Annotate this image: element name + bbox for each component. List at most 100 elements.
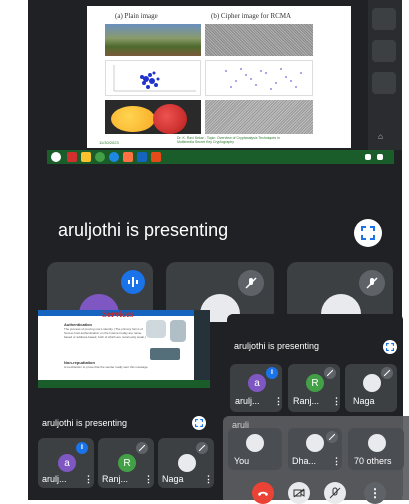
participant-name: Naga xyxy=(353,396,375,406)
presenting-label: aruljothi is presenting xyxy=(58,220,229,240)
avatar xyxy=(178,454,196,472)
participant-name: Naga xyxy=(162,474,184,484)
apple-shape xyxy=(153,104,187,134)
more-options-button[interactable]: ⋮ xyxy=(364,482,386,504)
more-options-icon[interactable]: ⋮ xyxy=(204,474,213,485)
overlay-tile-others[interactable]: 70 others xyxy=(348,428,404,470)
slide-header-left: (a) Plain image xyxy=(115,12,158,20)
avatar: a xyxy=(248,374,266,392)
overlay-tile-dha[interactable]: Dha... ⋮ xyxy=(288,428,342,470)
tray-icon xyxy=(365,154,371,160)
slide-footer: Dr. K. Ravi Sekar - Topic: Overview of C… xyxy=(177,136,280,144)
participant-tile-left-1[interactable]: ⦀ a arulj... ⋮ xyxy=(38,438,94,488)
cipher-image-1 xyxy=(205,24,313,56)
slide-footer-date: 11/30/2023 xyxy=(99,140,119,145)
fullscreen-icon xyxy=(386,343,394,351)
participant-tile-left-3[interactable]: Naga ⋮ xyxy=(158,438,214,488)
speaking-indicator: ⦀ xyxy=(76,442,88,454)
participant-name: arulj... xyxy=(42,474,67,484)
more-options-icon[interactable]: ⋮ xyxy=(332,396,340,407)
mic-off-icon xyxy=(136,442,148,454)
presenting-label-left: aruljothi is presenting xyxy=(42,418,128,428)
fullscreen-button-left[interactable] xyxy=(192,416,206,430)
mic-off-icon xyxy=(326,431,338,443)
chrome-icon[interactable] xyxy=(95,152,105,162)
avatar: R xyxy=(306,374,324,392)
plain-image-landscape xyxy=(105,24,201,56)
more-vert-icon: ⋮ xyxy=(369,486,381,500)
more-options-icon[interactable]: ⋮ xyxy=(332,456,341,467)
small-slide-side-strip xyxy=(194,310,210,388)
small-shared-slide: Services Authentication The process of p… xyxy=(38,310,210,388)
media-icon[interactable] xyxy=(123,152,133,162)
fullscreen-icon xyxy=(361,226,375,240)
camera-toggle-button[interactable] xyxy=(288,482,310,504)
rail-thumb[interactable] xyxy=(372,72,396,94)
robot-illustration xyxy=(170,320,186,342)
phone-hangup-icon xyxy=(258,491,268,496)
overlay-tile-you[interactable]: You xyxy=(228,428,282,470)
more-options-icon[interactable]: ⋮ xyxy=(84,474,93,485)
rail-icon: ⌂ xyxy=(378,132,383,141)
mic-off-icon xyxy=(329,487,341,499)
fullscreen-button-right[interactable] xyxy=(383,340,397,354)
participant-tile-right-3[interactable]: Naga xyxy=(345,364,397,412)
speaking-indicator xyxy=(121,270,145,294)
mic-off-icon xyxy=(238,270,264,296)
participant-name: Ranj... xyxy=(102,474,129,484)
mango-shape xyxy=(111,106,155,132)
participant-tile-3[interactable] xyxy=(287,262,393,322)
participant-name: 70 others xyxy=(354,456,392,466)
small-slide-title: Services xyxy=(102,310,134,319)
fullscreen-button[interactable] xyxy=(354,219,382,247)
more-options-icon[interactable]: ⋮ xyxy=(144,474,153,485)
small-slide-section2-text: A mechanism to prove that the sender rea… xyxy=(64,365,149,369)
speaking-indicator: ⦀ xyxy=(266,367,278,379)
handshake-illustration xyxy=(146,320,166,338)
avatar xyxy=(363,374,381,392)
word-icon[interactable] xyxy=(137,152,147,162)
presenting-label-right: aruljothi is presenting xyxy=(234,341,320,351)
camera-off-icon xyxy=(293,488,305,498)
participant-name: Dha... xyxy=(292,456,317,466)
mic-off-icon xyxy=(359,270,385,296)
tray-icon xyxy=(377,154,383,160)
mic-off-icon xyxy=(381,367,393,379)
mic-toggle-button[interactable] xyxy=(324,482,346,504)
start-icon[interactable] xyxy=(51,152,61,162)
cipher-image-2 xyxy=(205,100,313,134)
gun-illustration xyxy=(150,348,180,360)
participant-tile-right-2[interactable]: R Ranj... ⋮ xyxy=(288,364,340,412)
more-options-icon[interactable]: ⋮ xyxy=(274,396,282,407)
participant-name: Ranj... xyxy=(293,396,320,406)
small-slide-section1-text: The process of proving one's identity. (… xyxy=(64,327,146,339)
avatar xyxy=(306,434,324,452)
right-rail: ⌂ xyxy=(368,0,402,150)
fullscreen-icon xyxy=(195,419,203,427)
mic-off-icon xyxy=(324,367,336,379)
plain-image-histogram xyxy=(105,60,201,96)
avatar: R xyxy=(118,454,136,472)
avatar xyxy=(368,434,386,452)
folder-icon[interactable] xyxy=(81,152,91,162)
participant-tile-left-2[interactable]: R Ranj... ⋮ xyxy=(98,438,154,488)
participant-name: arulj... xyxy=(235,396,260,406)
participant-name: You xyxy=(234,456,250,466)
pdf-icon[interactable] xyxy=(67,152,77,162)
rail-thumb[interactable] xyxy=(372,8,396,30)
slide-header-right: (b) Cipher image for RCMA xyxy=(211,12,292,20)
plain-image-fruit xyxy=(105,100,201,134)
ie-icon[interactable] xyxy=(109,152,119,162)
windows-taskbar xyxy=(47,150,394,164)
audio-wave-icon xyxy=(128,277,138,287)
avatar: a xyxy=(58,454,76,472)
mic-off-icon xyxy=(196,442,208,454)
small-taskbar xyxy=(38,380,210,388)
rail-thumb[interactable] xyxy=(372,40,396,62)
avatar xyxy=(246,434,264,452)
histogram-plot xyxy=(113,65,196,92)
end-call-button[interactable] xyxy=(252,482,274,504)
participant-tile-right-1[interactable]: ⦀ a arulj... ⋮ xyxy=(230,364,282,412)
cipher-image-histogram xyxy=(205,60,313,96)
powerpoint-icon[interactable] xyxy=(151,152,161,162)
